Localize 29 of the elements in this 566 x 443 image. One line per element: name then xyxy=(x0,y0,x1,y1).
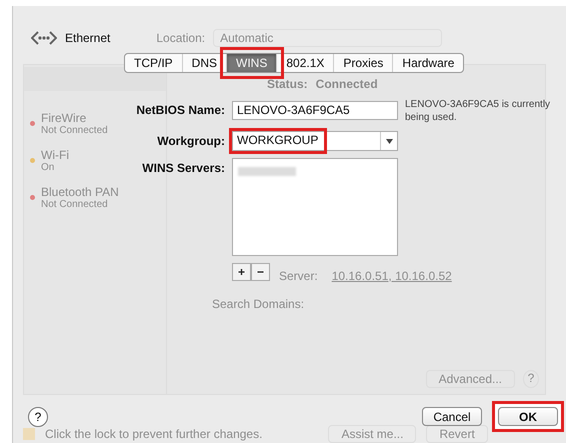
window-title: Ethernet xyxy=(65,31,110,45)
remove-button[interactable]: − xyxy=(251,263,270,281)
service-status: Not Connected xyxy=(41,125,108,136)
service-status: On xyxy=(41,162,56,173)
status-value: Connected xyxy=(316,77,378,91)
tab[interactable]: 802.1X xyxy=(277,54,334,72)
add-button[interactable]: + xyxy=(232,263,251,281)
tab[interactable]: Hardware xyxy=(393,54,464,72)
dropdown-arrow-icon[interactable] xyxy=(386,138,392,144)
wins-servers-label: WINS Servers: xyxy=(142,160,225,175)
workgroup-combo-box[interactable]: WORKGROUP xyxy=(232,131,398,151)
server-value: 10.16.0.51, 10.16.0.52 xyxy=(332,269,452,283)
tab[interactable]: Proxies xyxy=(334,54,394,72)
service-status: Not Connected xyxy=(41,199,109,210)
search-domains-label: Search Domains: xyxy=(212,297,304,311)
netbios-label: NetBIOS Name: xyxy=(136,103,225,117)
blurred-entry xyxy=(238,167,296,176)
netbios-name-field[interactable]: LENOVO-3A6F9CA5 xyxy=(232,100,398,120)
netbios-note: LENOVO-3A6F9CA5 is currently being used. xyxy=(405,98,552,124)
cancel-button[interactable]: Cancel xyxy=(422,407,482,426)
location-label: Location: xyxy=(156,31,206,45)
lock-text: Click the lock to prevent further changes. xyxy=(45,427,262,441)
workgroup-label: Workgroup: xyxy=(157,134,225,148)
wins-servers-list[interactable] xyxy=(232,158,398,256)
ethernet-icon xyxy=(31,31,57,45)
status-label: Status: xyxy=(267,77,308,91)
tab[interactable]: TCP/IP xyxy=(125,54,183,72)
server-label: Server: xyxy=(279,269,318,283)
ok-button[interactable]: OK xyxy=(498,407,558,426)
